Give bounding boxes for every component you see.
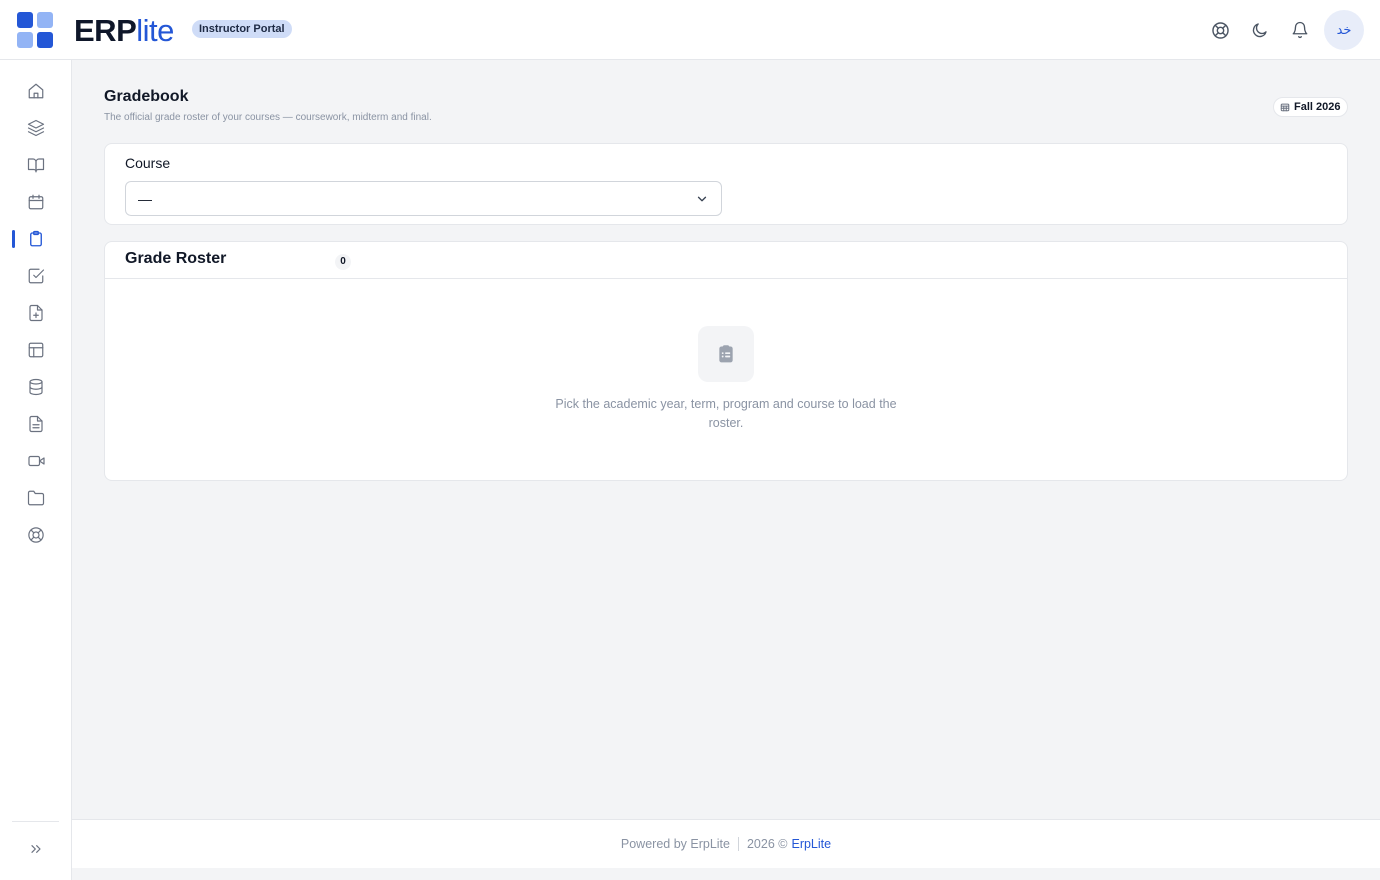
moon-icon[interactable] <box>1240 10 1280 50</box>
home-icon <box>28 83 44 99</box>
course-select[interactable]: — <box>125 181 722 216</box>
roster-count-badge: 0 <box>335 254 351 270</box>
layout-icon <box>28 342 44 358</box>
sidebar-item-home[interactable] <box>0 75 72 107</box>
top-actions: ﺧﺪ <box>1200 10 1364 50</box>
sidebar-item-documents[interactable] <box>0 408 72 440</box>
footer-powered-by: Powered by ErpLite <box>620 837 730 851</box>
layers-icon <box>27 119 45 137</box>
video-icon <box>27 455 45 467</box>
folder-icon <box>27 490 45 506</box>
empty-clipboard-icon <box>698 326 754 382</box>
portal-badge: Instructor Portal <box>192 20 292 38</box>
chevrons-right-icon <box>31 845 41 853</box>
brand-name-bold: ERP <box>74 13 137 48</box>
footer-erplite-link[interactable]: ErpLite <box>791 837 831 851</box>
course-label: Course <box>125 155 171 171</box>
term-badge[interactable]: Fall 2026 <box>1273 97 1349 117</box>
sidebar-item-folder[interactable] <box>0 482 72 514</box>
sidebar-item-new-file[interactable] <box>0 297 72 329</box>
sidebar-item-layers[interactable] <box>0 112 72 144</box>
database-icon <box>29 378 43 396</box>
logo-icon[interactable] <box>17 12 53 48</box>
avatar[interactable]: ﺧﺪ <box>1324 10 1364 50</box>
sidebar-item-support[interactable] <box>0 519 72 551</box>
calendar-icon <box>1280 103 1290 112</box>
sidebar-item-tasks[interactable] <box>0 260 72 292</box>
file-plus-icon <box>29 304 43 322</box>
lifebuoy-icon <box>28 527 44 543</box>
file-text-icon <box>29 415 43 433</box>
empty-state-message: Pick the academic year, term, program an… <box>555 397 897 430</box>
clipboard-icon <box>30 230 42 247</box>
brand-logo[interactable]: ERPlite <box>74 13 174 49</box>
check-square-icon <box>28 268 45 284</box>
sidebar-item-calendar[interactable] <box>0 186 72 218</box>
page-title: Gradebook <box>104 88 189 105</box>
roster-header: Grade Roster 0 <box>105 242 1347 279</box>
chevron-down-icon <box>697 196 707 202</box>
footer-copyright: 2026 © <box>746 837 788 851</box>
roster-title: Grade Roster <box>125 250 227 267</box>
course-filter-card: Course — <box>104 143 1348 225</box>
sidebar-collapse-button[interactable] <box>20 837 52 861</box>
grade-roster-card: Grade Roster 0 Pick the academic year, t… <box>104 241 1348 481</box>
sidebar-item-database[interactable] <box>0 371 72 403</box>
sidebar <box>0 60 72 880</box>
calendar-icon <box>28 194 44 210</box>
footer-separator <box>737 837 739 851</box>
sidebar-item-book[interactable] <box>0 149 72 181</box>
footer: Powered by ErpLite 2026 © ErpLite <box>72 819 1380 868</box>
sidebar-item-layout[interactable] <box>0 334 72 366</box>
term-label: Fall 2026 <box>1294 101 1341 113</box>
sidebar-item-video[interactable] <box>0 445 72 477</box>
sidebar-divider <box>12 821 59 822</box>
page-subtitle: The official grade roster of your course… <box>104 112 432 123</box>
support-icon[interactable] <box>1200 10 1240 50</box>
book-open-icon <box>27 158 45 173</box>
brand-name-light: lite <box>136 13 174 48</box>
bell-icon[interactable] <box>1280 10 1320 50</box>
course-select-value: — <box>138 190 152 207</box>
sidebar-item-gradebook[interactable] <box>0 223 72 255</box>
top-bar: ERPlite Instructor Portal ﺧﺪ <box>0 0 1380 60</box>
